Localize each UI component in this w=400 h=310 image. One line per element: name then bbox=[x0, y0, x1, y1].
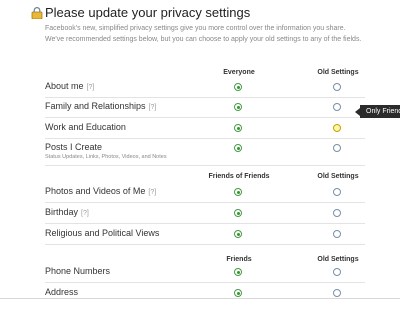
tooltip: Only Friends bbox=[355, 105, 400, 118]
column-header-old-settings: Old Settings bbox=[317, 173, 359, 180]
setting-row-family-relationships: Family and Relationships [?] bbox=[45, 97, 365, 118]
setting-label: Phone Numbers bbox=[45, 266, 111, 276]
help-link[interactable]: [?] bbox=[149, 104, 157, 111]
help-link[interactable]: [?] bbox=[81, 210, 89, 217]
column-header-friends-of-friends: Friends of Friends bbox=[208, 173, 270, 180]
radio-old-settings[interactable] bbox=[333, 268, 341, 276]
radio-everyone[interactable] bbox=[234, 144, 242, 152]
setting-row-photos-videos: Photos and Videos of Me [?] bbox=[45, 182, 365, 203]
setting-sublabel: Status Updates, Links, Photos, Videos, a… bbox=[45, 154, 167, 160]
radio-everyone[interactable] bbox=[234, 83, 242, 91]
setting-row-religious-political: Religious and Political Views bbox=[45, 224, 365, 245]
bottom-edge bbox=[0, 298, 400, 310]
setting-row-posts-i-create: Posts I Create Status Updates, Links, Ph… bbox=[45, 138, 365, 166]
lock-icon bbox=[31, 7, 43, 19]
radio-everyone[interactable] bbox=[234, 124, 242, 132]
setting-label: Family and Relationships [?] bbox=[45, 101, 157, 111]
page-title: Please update your privacy settings bbox=[45, 5, 251, 20]
setting-row-work-education: Work and Education bbox=[45, 118, 365, 139]
radio-friends[interactable] bbox=[234, 289, 242, 297]
setting-label: Posts I Create bbox=[45, 142, 103, 152]
help-link[interactable]: [?] bbox=[87, 84, 95, 91]
radio-old-settings[interactable] bbox=[333, 289, 341, 297]
radio-old-settings[interactable] bbox=[333, 188, 341, 196]
column-header-everyone: Everyone bbox=[223, 69, 255, 76]
radio-old-settings[interactable] bbox=[333, 124, 341, 132]
radio-old-settings[interactable] bbox=[333, 83, 341, 91]
radio-old-settings[interactable] bbox=[333, 209, 341, 217]
radio-old-settings[interactable] bbox=[333, 230, 341, 238]
setting-label: About me [?] bbox=[45, 81, 95, 91]
privacy-settings-page: Please update your privacy settings Face… bbox=[0, 0, 400, 310]
help-link[interactable]: [?] bbox=[148, 189, 156, 196]
setting-label: Work and Education bbox=[45, 122, 126, 132]
radio-friends-of-friends[interactable] bbox=[234, 188, 242, 196]
radio-everyone[interactable] bbox=[234, 103, 242, 111]
setting-row-about-me: About me [?] bbox=[45, 77, 365, 98]
setting-label: Religious and Political Views bbox=[45, 228, 160, 238]
page-description: Facebook's new, simplified privacy setti… bbox=[45, 25, 362, 43]
setting-label: Address bbox=[45, 287, 79, 297]
setting-row-phone-numbers: Phone Numbers bbox=[45, 262, 365, 283]
radio-old-settings[interactable] bbox=[333, 144, 341, 152]
setting-label: Photos and Videos of Me [?] bbox=[45, 186, 157, 196]
setting-row-birthday: Birthday [?] bbox=[45, 203, 365, 224]
radio-friends-of-friends[interactable] bbox=[234, 209, 242, 217]
radio-old-settings[interactable] bbox=[333, 103, 341, 111]
setting-label: Birthday [?] bbox=[45, 207, 89, 217]
radio-friends-of-friends[interactable] bbox=[234, 230, 242, 238]
column-header-old-settings: Old Settings bbox=[317, 69, 359, 76]
radio-friends[interactable] bbox=[234, 268, 242, 276]
